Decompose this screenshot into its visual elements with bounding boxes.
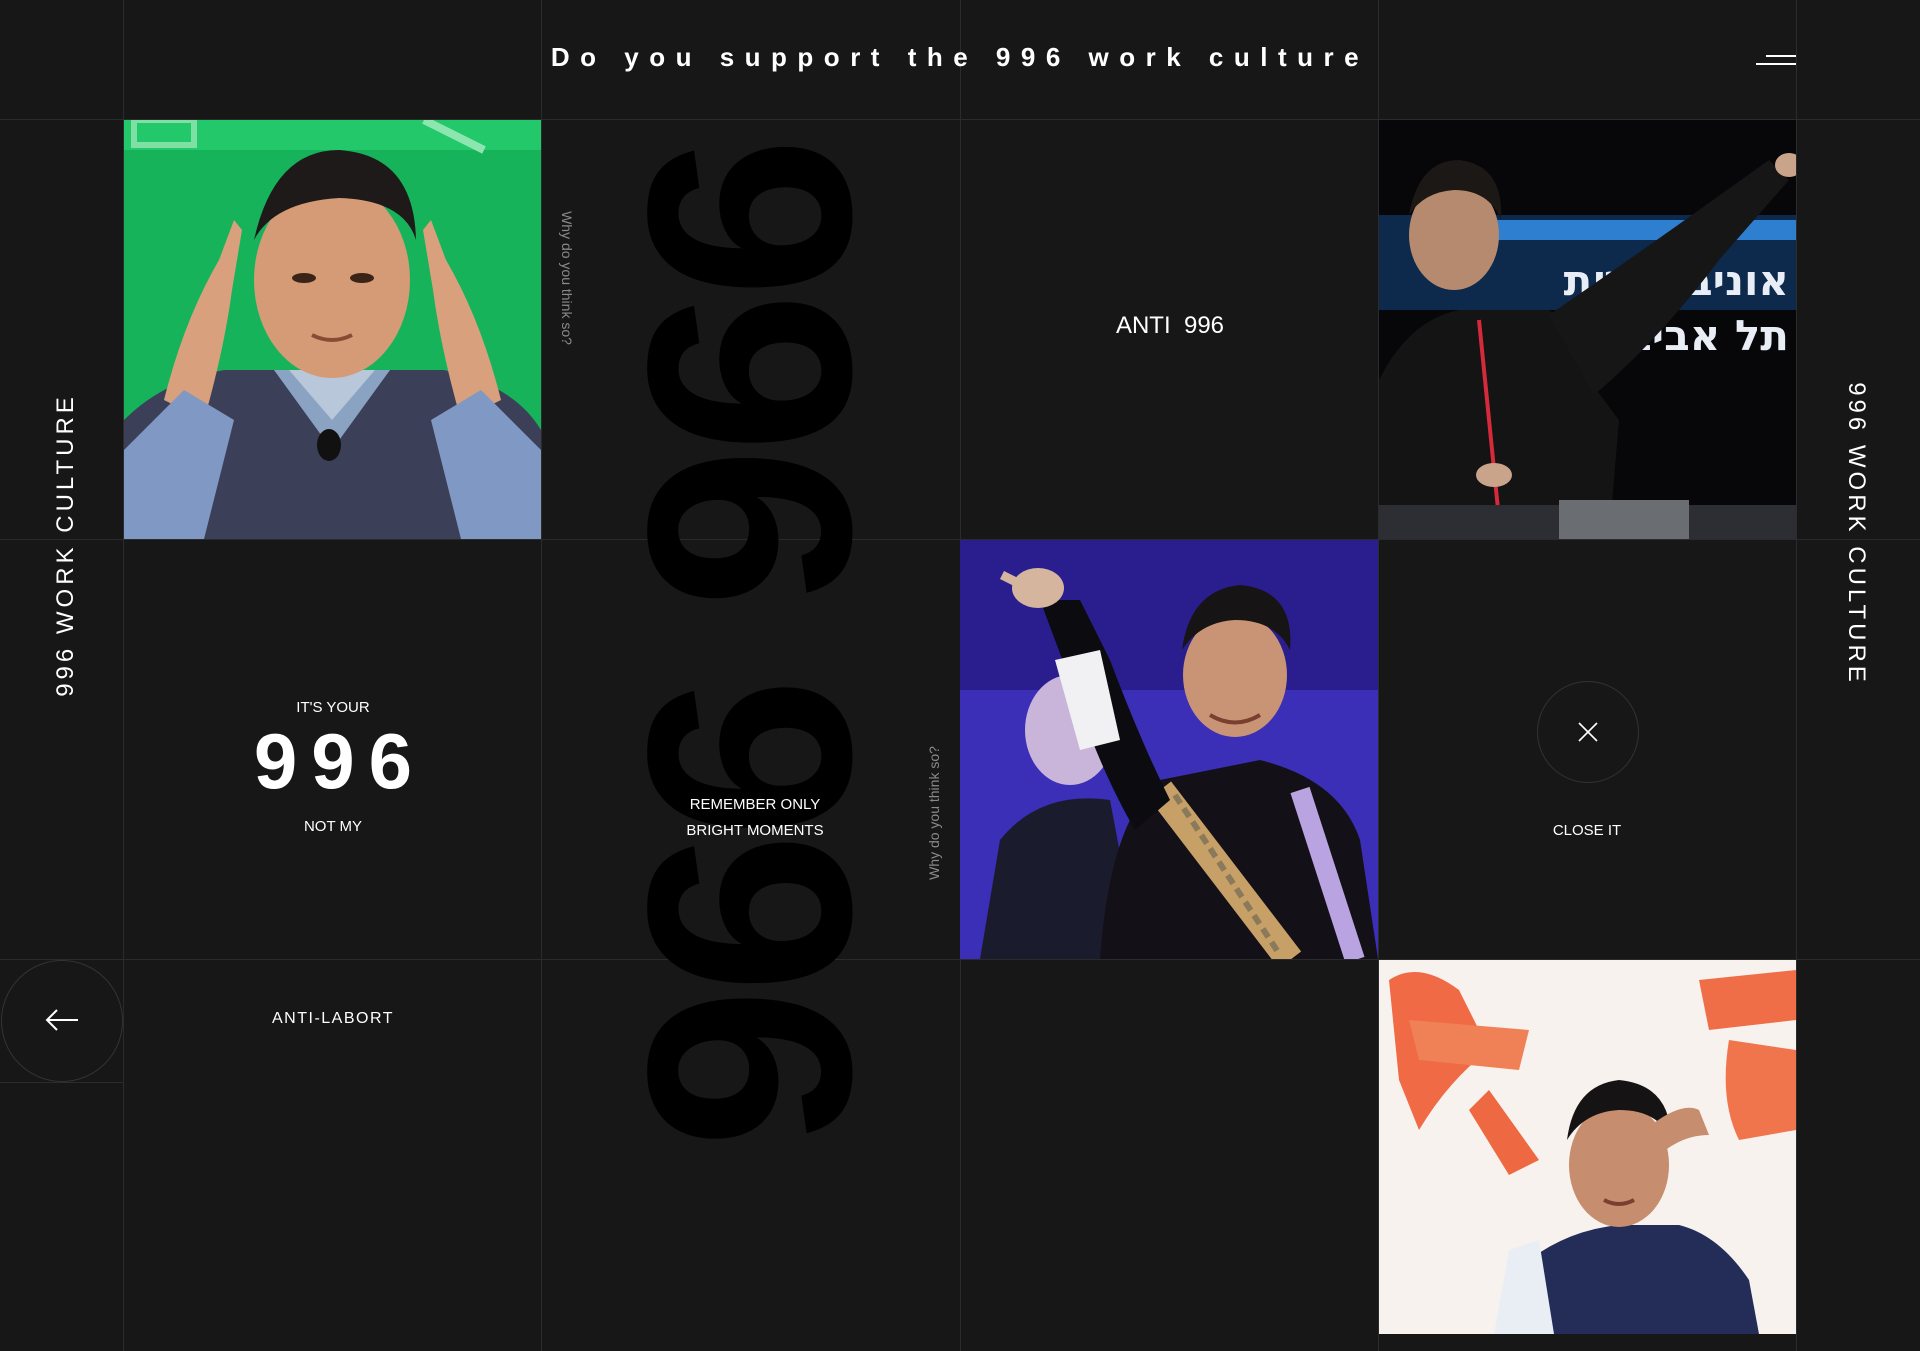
tile-anti-labort[interactable]: ANTI-LABORT <box>124 1010 542 1028</box>
not-my-label: NOT MY <box>303 818 363 835</box>
photo-man-pointing-stage: אוניברסיטת תל אביב <box>1379 120 1796 539</box>
background-996-text: 996 996 <box>588 136 912 1144</box>
grid-line <box>1796 0 1797 1351</box>
page-title: Do you support the 996 work culture <box>550 42 1370 72</box>
close-button[interactable] <box>1537 681 1639 783</box>
remember-line-1: REMEMBER ONLY <box>689 796 821 813</box>
its-your-label: IT'S YOUR <box>296 699 370 716</box>
photo-man-speaking <box>1379 960 1796 1334</box>
menu-icon[interactable] <box>1756 54 1796 66</box>
close-label[interactable]: CLOSE IT <box>1380 822 1794 839</box>
remember-text: REMEMBER ONLY BRIGHT MOMENTS <box>542 792 968 844</box>
grid-line <box>0 1082 123 1083</box>
arrow-left-icon <box>45 1009 78 1031</box>
back-button[interactable] <box>1 960 123 1082</box>
close-icon <box>1578 722 1598 742</box>
remember-line-2: BRIGHT MOMENTS <box>686 822 824 839</box>
photo-man-thinking <box>124 120 541 539</box>
prompt-why-top: Why do you think so? <box>559 211 575 345</box>
big-number-996: 996 <box>253 717 427 805</box>
side-label-right: 996 WORK CULTURE <box>1843 382 1870 686</box>
photo-man-performing <box>960 540 1378 959</box>
side-label-left: 996 WORK CULTURE <box>52 393 79 697</box>
tile-anti-996[interactable]: ANTI 996 <box>960 312 1380 340</box>
grid-line <box>541 0 542 1351</box>
